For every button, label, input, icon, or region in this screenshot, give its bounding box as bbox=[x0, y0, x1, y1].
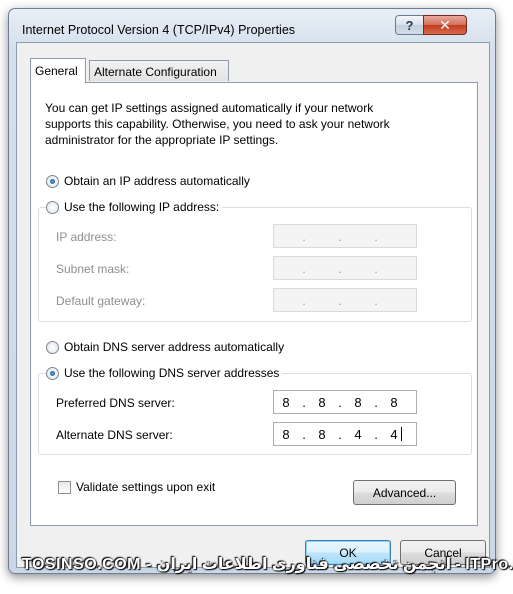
properties-dialog: Internet Protocol Version 4 (TCP/IPv4) P… bbox=[8, 8, 496, 574]
advanced-button[interactable]: Advanced... bbox=[353, 480, 456, 505]
octet-separator: . bbox=[374, 426, 378, 442]
alternate-dns-input[interactable]: 8. 8. 4. 4 bbox=[273, 422, 417, 446]
intro-line: administrator for the appropriate IP set… bbox=[45, 133, 279, 147]
validate-settings-label: Validate settings upon exit bbox=[76, 480, 216, 494]
default-gateway-input: . . . bbox=[273, 288, 417, 312]
text-caret bbox=[401, 427, 402, 441]
subnet-mask-label: Subnet mask: bbox=[56, 262, 130, 276]
octet-separator: . bbox=[338, 228, 342, 244]
tab-general[interactable]: General bbox=[30, 58, 86, 83]
close-icon: ✕ bbox=[439, 16, 451, 33]
octet[interactable]: 4 bbox=[346, 427, 370, 442]
octet-separator: . bbox=[338, 260, 342, 276]
octet-separator: . bbox=[338, 426, 342, 442]
obtain-dns-automatically-radio[interactable]: Obtain DNS server address automatically bbox=[46, 340, 288, 354]
alternate-dns-label: Alternate DNS server: bbox=[56, 428, 173, 442]
octet-separator: . bbox=[374, 228, 378, 244]
radio-indicator[interactable] bbox=[46, 366, 59, 380]
default-gateway-label: Default gateway: bbox=[56, 294, 146, 308]
radio-indicator[interactable] bbox=[46, 174, 59, 188]
intro-text: You can get IP settings assigned automat… bbox=[45, 100, 465, 148]
subnet-mask-input: . . . bbox=[273, 256, 417, 280]
tab-alternate-configuration-label: Alternate Configuration bbox=[94, 65, 217, 79]
use-following-dns-label: Use the following DNS server addresses bbox=[64, 366, 280, 380]
octet[interactable]: 8 bbox=[274, 427, 298, 442]
use-following-ip-label: Use the following IP address: bbox=[64, 200, 220, 214]
octet-separator: . bbox=[302, 292, 306, 308]
preferred-dns-label: Preferred DNS server: bbox=[56, 396, 175, 410]
octet-separator: . bbox=[302, 260, 306, 276]
dialog-client-area: General Alternate Configuration You can … bbox=[16, 42, 490, 568]
octet-separator: . bbox=[302, 228, 306, 244]
octet-separator: . bbox=[374, 260, 378, 276]
octet[interactable]: 8 bbox=[382, 395, 406, 410]
tab-general-label: General bbox=[35, 64, 78, 78]
intro-line: You can get IP settings assigned automat… bbox=[45, 101, 374, 115]
help-button[interactable]: ? bbox=[395, 15, 424, 35]
ip-address-input: . . . bbox=[273, 224, 417, 248]
watermark-text: TOSINSO.COM - انجمن تخصصی فناوری اطلاعات… bbox=[22, 556, 513, 573]
octet-separator: . bbox=[302, 426, 306, 442]
octet[interactable]: 8 bbox=[346, 395, 370, 410]
preferred-dns-input[interactable]: 8. 8. 8. 8 bbox=[273, 390, 417, 414]
obtain-ip-automatically-radio[interactable]: Obtain an IP address automatically bbox=[46, 174, 253, 188]
general-tab-panel: You can get IP settings assigned automat… bbox=[30, 82, 478, 526]
octet-separator: . bbox=[302, 394, 306, 410]
octet[interactable]: 8 bbox=[274, 395, 298, 410]
intro-line: supports this capability. Otherwise, you… bbox=[45, 117, 390, 131]
octet[interactable]: 8 bbox=[310, 395, 334, 410]
radio-indicator[interactable] bbox=[46, 200, 59, 214]
radio-indicator[interactable] bbox=[46, 340, 59, 354]
octet-separator: . bbox=[374, 292, 378, 308]
checkbox-indicator[interactable] bbox=[58, 480, 71, 494]
octet-separator: . bbox=[374, 394, 378, 410]
use-following-dns-radio[interactable]: Use the following DNS server addresses bbox=[46, 366, 283, 380]
help-icon: ? bbox=[405, 17, 414, 33]
octet[interactable]: 4 bbox=[382, 427, 406, 442]
ip-address-label: IP address: bbox=[56, 230, 117, 244]
octet-separator: . bbox=[338, 394, 342, 410]
close-button[interactable]: ✕ bbox=[423, 15, 467, 35]
octet-separator: . bbox=[338, 292, 342, 308]
obtain-dns-automatically-label: Obtain DNS server address automatically bbox=[64, 340, 285, 354]
validate-settings-checkbox[interactable]: Validate settings upon exit bbox=[58, 480, 215, 494]
tab-alternate-configuration[interactable]: Alternate Configuration bbox=[89, 60, 229, 81]
use-following-ip-radio[interactable]: Use the following IP address: bbox=[46, 200, 223, 214]
window-title: Internet Protocol Version 4 (TCP/IPv4) P… bbox=[22, 23, 296, 37]
octet[interactable]: 8 bbox=[310, 427, 334, 442]
obtain-ip-automatically-label: Obtain an IP address automatically bbox=[64, 174, 250, 188]
